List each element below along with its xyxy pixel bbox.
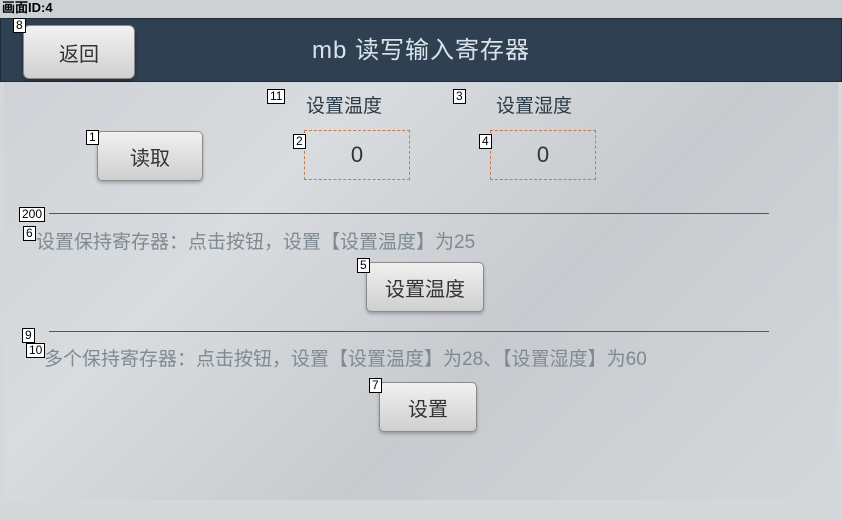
tag-5: 5 (357, 258, 370, 273)
set-temp-button[interactable]: 设置温度 (366, 262, 484, 312)
read-button[interactable]: 读取 (97, 131, 203, 181)
tag-9: 9 (22, 328, 35, 343)
tag-3: 3 (453, 89, 466, 104)
tag-4: 4 (479, 134, 492, 149)
instruction-1: 设置保持寄存器：点击按钮，设置【设置温度】为25 (36, 227, 475, 254)
divider-1 (49, 213, 769, 214)
humid-value-box[interactable]: 0 (490, 130, 596, 180)
set-button[interactable]: 设置 (379, 382, 477, 432)
instruction-2: 多个保持寄存器：点击按钮，设置【设置温度】为28、【设置湿度】为60 (44, 344, 647, 371)
tag-200: 200 (19, 207, 45, 222)
page-id-strip: 画面ID:4 (0, 0, 842, 18)
divider-2 (49, 331, 769, 332)
tag-11: 11 (267, 89, 285, 104)
label-set-humid: 设置湿度 (496, 91, 572, 118)
header-bar: 8 返回 mb 读写输入寄存器 (0, 18, 842, 82)
temp-value-box[interactable]: 0 (304, 130, 410, 180)
tag-1: 1 (86, 130, 99, 145)
tag-2: 2 (293, 134, 306, 149)
back-button[interactable]: 返回 (23, 25, 135, 79)
tag-10: 10 (26, 343, 45, 358)
label-set-temp: 设置温度 (306, 91, 382, 118)
tag-7: 7 (369, 378, 382, 393)
tag-8: 8 (13, 18, 26, 33)
content-area: 11 设置温度 3 设置湿度 1 读取 2 0 4 0 200 6 设置保持寄存… (4, 82, 838, 500)
tag-6: 6 (23, 226, 36, 241)
